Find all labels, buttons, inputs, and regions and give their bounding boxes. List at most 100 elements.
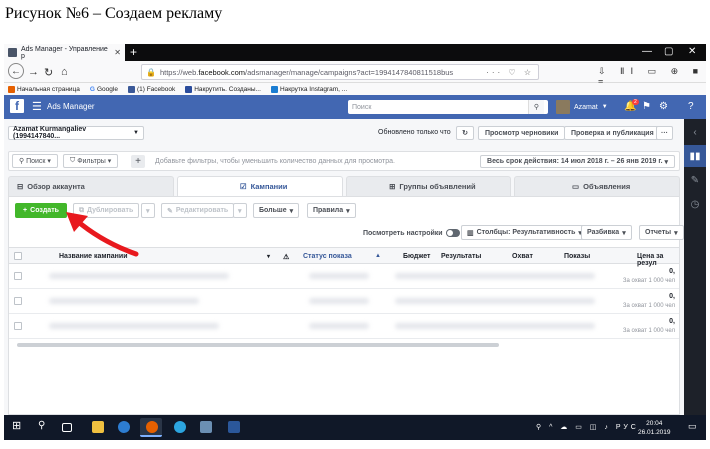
rules-button[interactable]: Правила ▾ [307,203,356,218]
more-button[interactable]: Больше ▾ [253,203,300,218]
chart-icon[interactable]: ▮▮ [684,145,706,167]
history-icon[interactable]: ◷ [688,197,702,211]
view-settings-toggle[interactable]: Посмотреть настройки [363,229,460,237]
url-prefix: https://web. [159,67,199,77]
columns-button[interactable]: ▥Столбцы: Результативность▾ [461,225,588,240]
app-icon[interactable] [118,421,130,433]
sort-up-icon: ▲ [375,253,381,259]
forward-icon[interactable]: → [28,66,39,78]
url-rest: /adsmanager/manage/campaigns?act=1994147… [245,67,454,77]
facebook-logo-icon[interactable]: f [10,99,24,113]
col-budget[interactable]: Бюджет [403,253,430,260]
review-publish-button[interactable]: Проверка и публикация [564,126,661,140]
clock[interactable]: 20:04 26.01.2019 [638,419,671,437]
table-row[interactable]: 0, За охват 1 000 чел [9,289,679,314]
browser-nav-bar: ← → ↻ ⌂ 🔒 https://web.facebook.com/adsma… [4,61,706,87]
bookmark-instagram[interactable]: Накрутка Instagram, ... [270,85,347,93]
ads-manager-favicon [8,48,17,57]
menu-icon[interactable]: ☰ [32,100,42,113]
collapse-icon[interactable]: ‹ [688,125,702,139]
more-options-button[interactable]: ··· [656,126,673,140]
row-checkbox[interactable] [14,322,22,330]
browser-tab[interactable]: Ads Manager - Управление р ✕ [4,44,125,61]
app-name: Ads Manager [47,102,95,111]
notification-center-icon[interactable]: ▭ [688,421,697,432]
word-icon[interactable] [228,421,240,433]
blurred-status [309,323,369,329]
cost-per-result: 0, За охват 1 000 чел [622,293,675,309]
create-button[interactable]: + Создать [15,203,67,218]
tab-campaigns[interactable]: ☑ Кампании [176,176,343,196]
filter-icon: ⛉ [70,157,78,164]
bookmark-facebook[interactable]: (1) Facebook [127,85,175,93]
search-icon: ⚲ [19,158,27,165]
search-input[interactable]: Поиск ⚲ [348,100,548,114]
maximize-icon[interactable]: ▢ [664,46,673,57]
page-actions-icon[interactable]: ··· ♡ ☆ [486,68,534,77]
file-explorer-icon[interactable] [92,421,104,433]
firefox-icon [8,85,15,93]
close-window-icon[interactable]: ✕ [688,46,696,57]
gear-icon[interactable]: ⚙ [659,101,668,112]
review-drafts-button[interactable]: Просмотр черновики [478,126,566,140]
notification-badge: 2 [632,99,639,105]
col-reach[interactable]: Охват [512,253,533,260]
filters-button[interactable]: ⛉ Фильтры ▾ [63,154,119,168]
search-icon[interactable]: ⚲ [528,100,544,114]
refresh-button[interactable]: ↻ [456,126,474,140]
app-icon[interactable] [200,421,212,433]
sort-icon[interactable]: ▾ [267,253,270,260]
user-menu[interactable]: Azamat ▼ [556,100,608,114]
url-bar[interactable]: 🔒 https://web.facebook.com/adsmanager/ma… [141,64,539,80]
col-results[interactable]: Результаты [441,253,481,260]
reload-icon[interactable]: ↻ [44,66,53,79]
add-filter-button[interactable]: + [131,155,145,168]
tab-ads[interactable]: ▭ Объявления [514,176,680,196]
right-rail: ‹ ▮▮ ✎ ◷ [684,119,706,415]
date-range-selector[interactable]: Весь срок действия: 14 июл 2018 г. – 26 … [480,155,675,168]
pencil-icon: ✎ [167,207,173,215]
url-host: facebook.com [198,67,246,77]
bookmark-home[interactable]: Начальная страница [8,85,80,93]
windows-start-icon[interactable]: ⊞ [12,419,24,432]
duplicate-dropdown[interactable]: ▾ [141,203,155,218]
firefox-icon [146,421,158,433]
tab-account-overview[interactable]: ⊟ Обзор аккаунта [8,176,174,196]
search-icon[interactable]: ⚲ [38,420,50,432]
close-tab-icon[interactable]: ✕ [114,48,121,57]
row-checkbox[interactable] [14,272,22,280]
col-delivery-status[interactable]: Статус показа [303,253,352,260]
bookmarks-bar: Начальная страница G Google (1) Facebook … [4,83,706,95]
col-impressions[interactable]: Показы [564,253,590,260]
telegram-icon[interactable] [174,421,186,433]
help-icon[interactable]: ? [688,101,694,112]
home-icon[interactable]: ⌂ [61,66,68,78]
system-tray-icons[interactable]: ⚲ ^ ☁ ▭ ◫ ♪ РУС [536,423,639,431]
account-selector[interactable]: Azamat Kurmangaliev (1994147840... ▼ [8,126,144,140]
search-filter-button[interactable]: ⚲ Поиск ▾ [12,154,58,168]
blurred-metrics [395,273,595,279]
google-icon: G [89,85,95,93]
back-icon[interactable]: ← [8,63,24,79]
horizontal-scrollbar[interactable] [17,343,499,347]
row-checkbox[interactable] [14,297,22,305]
filter-hint: Добавьте фильтры, чтобы уменьшить количе… [155,158,395,165]
minimize-icon[interactable]: — [642,46,652,57]
new-tab-icon[interactable]: + [130,45,137,59]
ad-sets-icon: ⊞ [389,182,396,191]
edit-dropdown[interactable]: ▾ [233,203,247,218]
breakdown-button[interactable]: Разбивка ▾ [581,225,632,240]
table-row[interactable]: 0, За охват 1 000 чел [9,264,679,289]
flag-icon[interactable]: ⚑ [642,101,651,112]
tab-ad-sets[interactable]: ⊞ Группы объявлений [345,176,512,196]
bookmark-nakrutit[interactable]: Накрутить. Созданы... [185,85,261,93]
select-all-checkbox[interactable] [14,252,22,260]
edit-button[interactable]: ✎ Редактировать [161,203,235,218]
bookmark-google[interactable]: G Google [90,86,118,93]
task-view-icon[interactable] [62,423,72,432]
reports-button[interactable]: Отчеты ▾ [639,225,684,240]
facebook-icon [127,85,135,93]
table-row[interactable]: 0, За охват 1 000 чел [9,314,679,339]
blurred-metrics [395,323,595,329]
pencil-icon[interactable]: ✎ [688,173,702,187]
